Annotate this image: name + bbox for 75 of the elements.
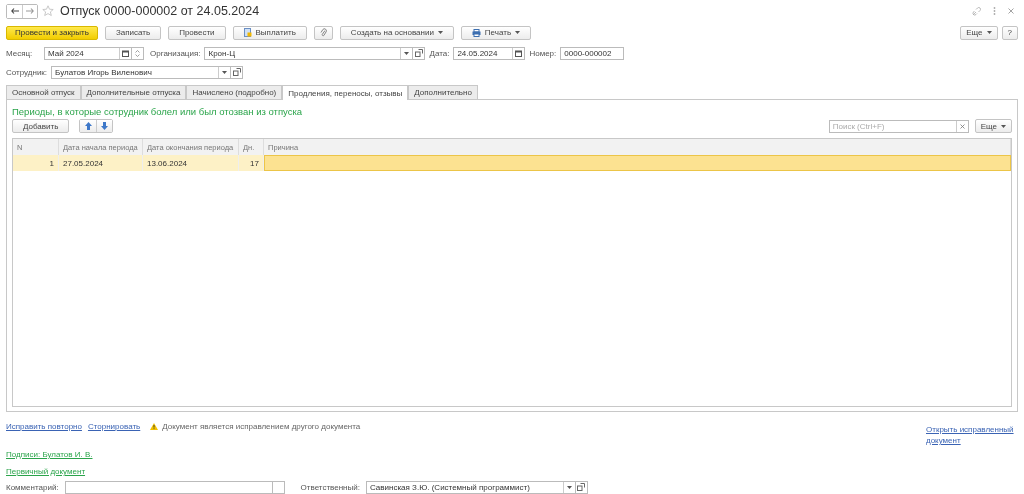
field-label: Ответственный: [300, 482, 360, 492]
open-icon [577, 483, 586, 491]
move-down-button[interactable] [96, 120, 113, 132]
more-field-button[interactable] [272, 480, 285, 494]
field-label: Сотрудник: [6, 67, 48, 77]
clear-icon[interactable] [955, 120, 968, 132]
table-cell[interactable] [264, 155, 1011, 171]
action-link[interactable]: Исправить повторно [6, 422, 82, 431]
section-heading: Периоды, в которые сотрудник болел или был отозван из отпуска [12, 106, 304, 118]
move-up-button[interactable] [80, 120, 97, 132]
down-arrow-icon [101, 122, 109, 130]
table-cell: 27.05.2024 [59, 155, 143, 171]
toolbar-button[interactable]: Записать [104, 25, 162, 40]
dropdown-arrow-icon [1001, 124, 1006, 128]
window-title: Отпуск 0000-000002 от 24.05.2024 [60, 4, 260, 18]
dropdown-arrow-icon [986, 31, 992, 34]
employee-field[interactable]: Булатов Игорь Виленович [51, 65, 232, 79]
open-icon [232, 68, 241, 76]
dropdown-arrow-icon [437, 31, 443, 34]
more-button[interactable]: Еще [960, 25, 998, 40]
warning-text: Документ является исправлением другого документа [162, 422, 361, 431]
back-button[interactable] [7, 4, 22, 18]
document-icon [243, 28, 252, 37]
table-cell: 13.06.2024 [143, 155, 239, 171]
spin-icon[interactable] [132, 46, 144, 60]
comment-field[interactable] [64, 480, 273, 494]
dropdown-arrow-icon [222, 70, 228, 74]
up-arrow-icon [84, 122, 92, 130]
field-label: Комментарий: [6, 482, 59, 492]
date-field[interactable]: 24.05.2024 [453, 46, 526, 60]
more-button[interactable]: Еще [974, 119, 1012, 133]
add-button[interactable]: Добавить [12, 119, 70, 133]
field-label: Организация: [150, 48, 201, 58]
number-field[interactable]: 0000-000002 [560, 46, 625, 60]
post-and-close-button[interactable]: Провести и закрыть [6, 25, 98, 40]
close-icon[interactable] [1008, 8, 1014, 14]
action-link[interactable]: Сторнировать [87, 422, 141, 431]
tab[interactable]: Дополнительные отпуска [80, 85, 187, 99]
organization-field[interactable]: Крон-Ц [204, 46, 414, 60]
forward-button[interactable] [22, 4, 37, 18]
open-button[interactable] [575, 480, 588, 494]
open-icon [415, 49, 423, 57]
tab[interactable]: Основной отпуск [6, 85, 81, 99]
forward-arrow-icon [26, 8, 34, 14]
calendar-icon [122, 49, 129, 57]
tab[interactable]: Дополнительно [408, 85, 478, 99]
help-button[interactable]: ? [1001, 25, 1018, 40]
warning-icon [150, 423, 159, 430]
pay-button[interactable]: Выплатить [232, 25, 307, 40]
field-label: Дата: [429, 48, 450, 58]
printer-icon [471, 28, 481, 37]
field-label: Месяц: [6, 48, 34, 58]
link-icon[interactable] [972, 6, 981, 16]
paperclip-icon [319, 28, 327, 37]
table-row[interactable]: 1 27.05.2024 13.06.2024 17 [13, 155, 1011, 171]
attach-button[interactable] [313, 25, 333, 40]
open-corrected-link[interactable]: Открыть исправленный документ [926, 424, 1018, 446]
print-button[interactable]: Печать [460, 25, 532, 40]
responsible-field[interactable]: Савинская З.Ю. (Системный программист) [365, 480, 576, 494]
dropdown-arrow-icon [515, 31, 521, 34]
toolbar-button[interactable]: Провести [168, 25, 226, 40]
tab[interactable]: Продления, переносы, отзывы [282, 85, 409, 100]
dropdown-arrow-icon [404, 51, 410, 55]
calendar-icon [515, 49, 523, 57]
open-button[interactable] [231, 65, 244, 79]
open-button[interactable] [413, 46, 426, 60]
month-field[interactable]: Май 2024 [44, 46, 132, 60]
back-arrow-icon [10, 8, 19, 14]
more-icon[interactable] [993, 7, 996, 15]
table-cell: 1 [13, 155, 59, 171]
create-based-on-button[interactable]: Создать на основании [339, 25, 454, 40]
star-icon[interactable] [42, 5, 54, 17]
field-label: Номер: [529, 48, 557, 58]
tab[interactable]: Начислено (подробно) [186, 85, 283, 99]
dropdown-arrow-icon [566, 485, 572, 489]
